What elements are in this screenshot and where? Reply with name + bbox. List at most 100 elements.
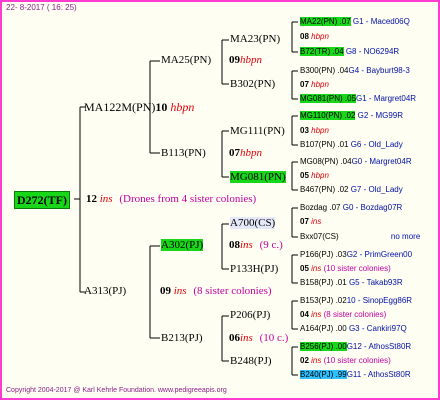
gen4-row[interactable]: MG081(PN) .05G1 - Margret04R [300,94,417,103]
gen1-num: 10 [155,100,168,114]
gen4-b: G6 - Old_Lady [350,140,403,149]
gen4-row[interactable]: MG110(PN) .02 G2 - MG99R [300,111,404,120]
gen4-b: G0 - Margret04R [351,157,412,166]
gen4-row: 02 ins (10 sister colonies) [300,357,391,365]
root-ins: ins [99,193,113,205]
gen1-ins: ins [173,285,187,297]
gen4-b: G1 - Margret04R [356,94,417,103]
gen2-label: B113(PN) [161,147,206,159]
gen3-node[interactable]: MG111(PN) [230,126,285,137]
gen4-a: B240(PJ) .99 [300,370,347,379]
gen4-b: G1 - Maced06Q [352,17,410,26]
gen2-ins: ins [240,239,253,251]
gen2-num: 07 [229,147,240,159]
gen1-label: MA122M(PN) [84,100,156,114]
gen4-row[interactable]: Bxx07(CS) no more [300,233,420,241]
gen3-node[interactable]: MA23(PN) [230,34,280,45]
root-node[interactable]: D272(TF) [14,191,70,209]
gen4-a: 05 [300,264,309,273]
gen3-node[interactable]: B248(PJ) [230,356,272,367]
gen4-b: no more [390,232,421,241]
gen4-a: B107(PN) .01 [300,140,349,149]
gen4-b: G0 - Bozdag07R [342,203,403,212]
gen3-label: P206(PJ) [230,309,271,321]
gen4-row[interactable]: B467(PN) .02 G7 - Old_Lady [300,186,403,194]
gen4-b: hbpn [311,126,329,135]
gen3-node[interactable]: P206(PJ) [230,310,270,321]
gen4-a: B158(PJ) .01 [300,278,347,287]
gen4-row[interactable]: B107(PN) .01 G6 - Old_Lady [300,141,403,149]
gen3-label: MA23(PN) [230,33,281,45]
gen4-b: ins [311,264,322,273]
gen4-a: Bxx07(CS) [300,232,339,241]
gen2-num: 06 [229,332,240,344]
gen4-a: MG081(PN) .05 [300,94,357,103]
gen2-node[interactable]: A302(PJ) [161,239,204,251]
gen4-b: G3 - Cankiri97Q [348,324,407,333]
gen1-info: 09 ins (8 sister colonies) [160,286,272,297]
gen4-row[interactable]: B256(PJ) .00G12 - AthosSt80R [300,342,412,351]
date-header: 22- 8-2017 ( 16: 25) [6,3,77,12]
gen2-label: A302(PJ) [161,239,204,251]
gen2-label: B213(PJ) [161,332,203,344]
gen2-node[interactable]: B213(PJ) [161,333,203,344]
gen4-a: MG08(PN) .04 [300,157,352,166]
gen4-a: 07 [300,80,309,89]
gen4-row: 05 ins (10 sister colonies) [300,265,391,273]
gen4-b: G2 - PrimGreen00 [346,250,413,259]
gen2-node[interactable]: B113(PN) [161,148,206,159]
gen2-info: 06ins (10 c.) [229,333,288,344]
gen4-b: G5 - Takab93R [348,278,403,287]
root-info: 12 ins (Drones from 4 sister colonies) [86,194,256,205]
gen4-a: MA22(PN) .07 [300,17,351,26]
gen4-b: ins [311,310,322,319]
gen3-node[interactable]: B302(PN) [230,79,275,90]
gen4-b: hbpn [311,80,329,89]
gen4-row[interactable]: P166(PJ) .03G2 - PrimGreen00 [300,251,412,259]
gen1-note: (8 sister colonies) [193,285,272,297]
gen4-a: 04 [300,310,309,319]
gen4-row[interactable]: MA22(PN) .07 G1 - Maced06Q [300,17,410,26]
gen3-node[interactable]: MG081(PN) [230,171,286,183]
gen4-row[interactable]: MG08(PN) .04G0 - Margret04R [300,158,412,166]
gen4-row[interactable]: B153(PJ) .0210 - SinopEgg86R [300,297,412,305]
root-label: D272(TF) [14,191,70,209]
gen2-info: 08ins (9 c.) [229,240,283,251]
gen4-row[interactable]: B240(PJ) .99G11 - AthosSt80R [300,370,411,379]
gen4-a: 07 [300,217,309,226]
gen2-label: MA25(PN) [161,54,212,66]
gen4-b: G2 - MG99R [357,111,404,120]
gen4-row: 07 hbpn [300,81,329,89]
gen3-node[interactable]: P133H(PJ) [230,264,278,275]
gen3-node[interactable]: A700(CS) [230,217,276,229]
gen1-tag: hbpn [170,100,195,114]
gen4-a: P166(PJ) .03 [300,250,347,259]
gen4-b: G11 - AthosSt80R [346,370,411,379]
gen2-tag: hbpn [240,147,262,159]
gen4-row[interactable]: Bozdag .07 G0 - Bozdag07R [300,204,402,212]
gen4-row[interactable]: B158(PJ) .01 G5 - Takab93R [300,279,403,287]
gen4-c: (10 sister colonies) [323,264,391,273]
root-num: 12 [86,193,97,205]
gen4-row: 05 hbpn [300,172,329,180]
gen2-num: 09 [229,54,240,66]
gen4-b: hbpn [311,171,329,180]
gen4-row[interactable]: A164(PJ) .00 G3 - Cankiri97Q [300,325,407,333]
gen2-node[interactable]: MA25(PN) [161,55,211,66]
gen4-a: B153(PJ) .02 [300,296,347,305]
gen1-node[interactable]: A313(PJ) [84,286,126,297]
gen2-tag: hbpn [240,54,262,66]
gen4-c: (10 sister colonies) [323,356,391,365]
root-note: (Drones from 4 sister colonies) [119,193,257,205]
gen2-note: (9 c.) [259,239,283,251]
gen1-node[interactable]: MA122M(PN)10 hbpn [84,101,194,113]
gen4-row[interactable]: B72(TR) .04 G8 - NO6294R [300,47,399,56]
gen4-a: Bozdag .07 [300,203,341,212]
gen4-row: 04 ins (8 sister colonies) [300,311,386,319]
gen4-a: 05 [300,171,309,180]
gen4-a: B300(PN) .04 [300,66,349,75]
gen4-a: B72(TR) .04 [300,47,344,56]
gen4-b: G12 - AthosSt80R [346,342,412,351]
gen4-row[interactable]: B300(PN) .04G4 - Bayburt98-3 [300,67,410,75]
gen4-b: 10 - SinopEgg86R [346,296,413,305]
